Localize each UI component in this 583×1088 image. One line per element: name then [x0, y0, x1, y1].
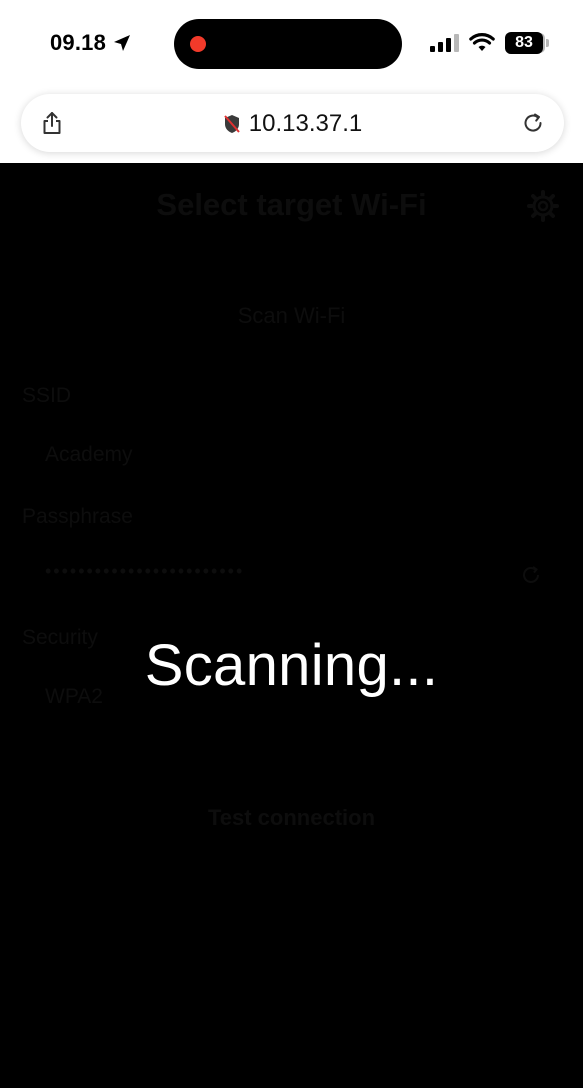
- ssid-field[interactable]: Academy: [45, 443, 133, 467]
- status-indicators: 83: [430, 32, 549, 54]
- refresh-icon[interactable]: [520, 564, 542, 586]
- status-time-text: 09.18: [50, 30, 107, 55]
- test-connection-button[interactable]: Test connection: [0, 805, 583, 831]
- location-arrow-icon: [114, 35, 131, 51]
- passphrase-label: Passphrase: [22, 505, 133, 528]
- url-text[interactable]: 10.13.37.1: [249, 110, 362, 138]
- wifi-icon: [469, 33, 495, 51]
- battery-indicator: 83: [505, 32, 549, 54]
- status-time: 09.18: [50, 30, 132, 56]
- recording-indicator-icon: [190, 36, 206, 52]
- dynamic-island: [174, 19, 402, 69]
- address-display[interactable]: 10.13.37.1: [21, 110, 564, 138]
- privacy-shield-icon: [224, 115, 240, 133]
- battery-percent: 83: [515, 34, 533, 51]
- browser-chrome: 09.18 83 10.13.37.1: [0, 0, 583, 163]
- cellular-signal-icon: [430, 34, 459, 52]
- page-title: Select target Wi-Fi: [156, 187, 427, 222]
- page-content: Select target Wi-Fi Scan Wi-Fi SSID Acad…: [0, 163, 583, 1088]
- reload-icon[interactable]: [522, 112, 544, 134]
- scan-wifi-button[interactable]: Scan Wi-Fi: [0, 303, 583, 329]
- passphrase-field[interactable]: ••••••••••••••••••••••••: [45, 561, 244, 582]
- scanning-message: Scanning...: [144, 633, 439, 698]
- address-bar[interactable]: 10.13.37.1: [21, 94, 564, 152]
- ssid-label: SSID: [22, 384, 72, 407]
- gear-icon[interactable]: [527, 190, 559, 222]
